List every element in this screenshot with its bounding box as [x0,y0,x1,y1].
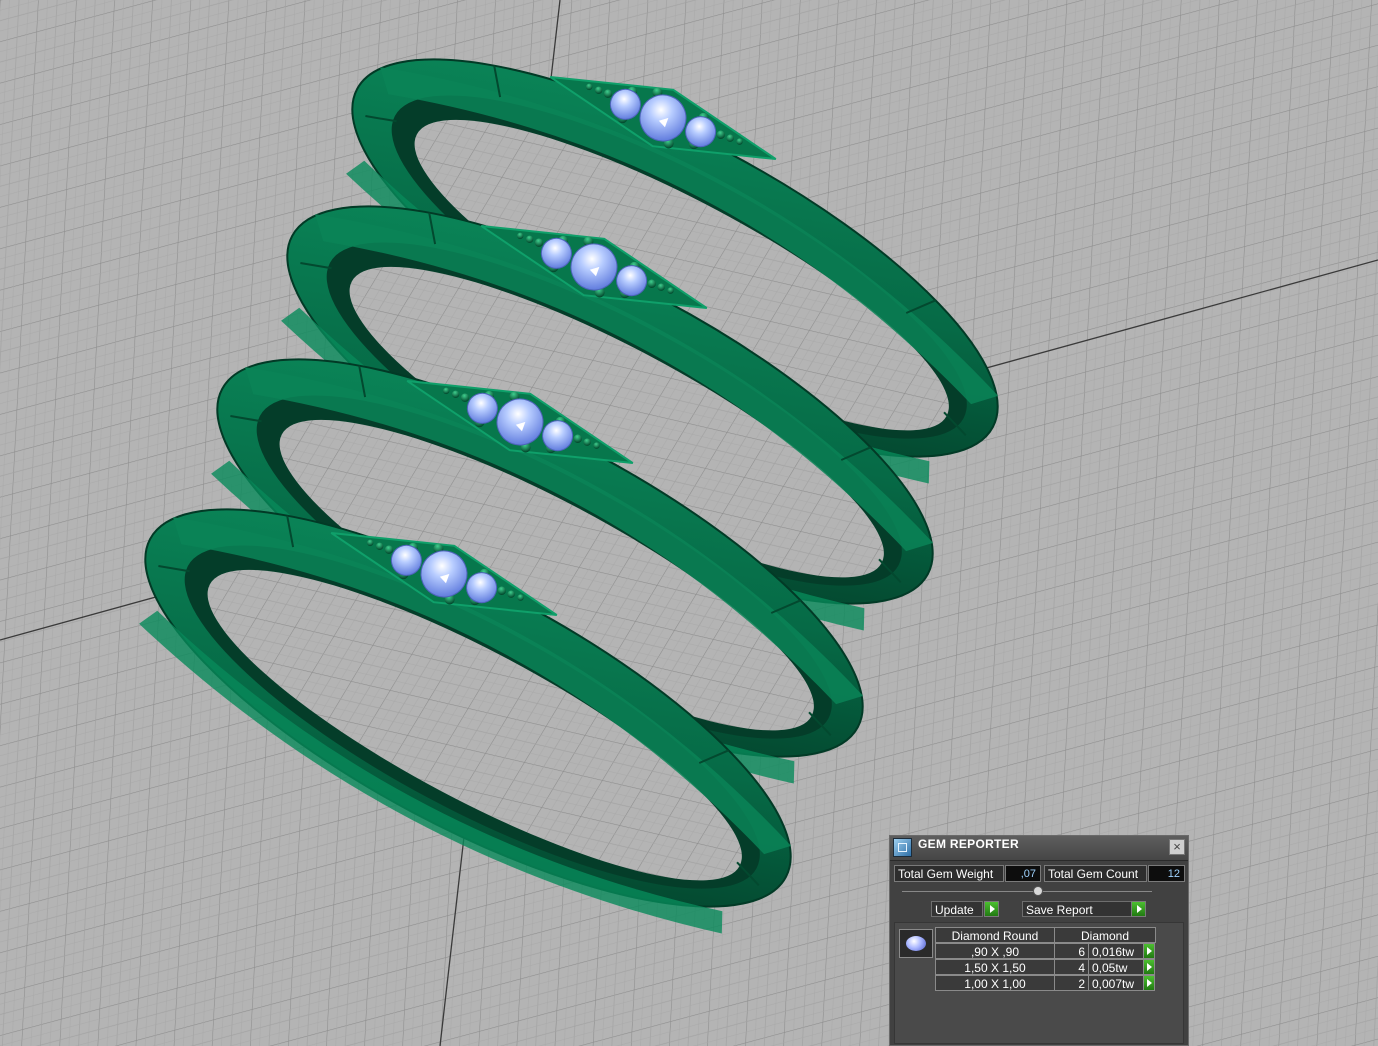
table-header-shape: Diamond Round [935,927,1055,943]
table-row-weight: 0,05tw [1088,959,1144,975]
save-report-arrow-icon[interactable] [1131,901,1146,917]
gem-reporter-panel: GEM REPORTER × Total Gem Weight ,07 Tota… [889,835,1189,1046]
table-row-size: 1,00 X 1,00 [935,975,1055,991]
table-row-count: 2 [1054,975,1089,991]
total-gem-count-value: 12 [1148,865,1185,882]
update-button[interactable]: Update [931,901,983,917]
panel-titlebar[interactable]: GEM REPORTER × [890,836,1188,861]
row-arrow-icon[interactable] [1143,975,1155,991]
row-arrow-icon[interactable] [1143,959,1155,975]
close-icon[interactable]: × [1169,839,1185,855]
save-report-button[interactable]: Save Report [1022,901,1132,917]
table-row-count: 6 [1054,943,1089,959]
table-row-count: 4 [1054,959,1089,975]
table-header-material: Diamond [1054,927,1156,943]
panel-slider-track [902,891,1152,892]
panel-slider-handle[interactable] [1033,886,1043,896]
table-row-size: 1,50 X 1,50 [935,959,1055,975]
table-row-size: ,90 X ,90 [935,943,1055,959]
gem-reporter-icon [893,838,912,857]
total-gem-weight-label: Total Gem Weight [894,865,1004,882]
total-gem-count-label: Total Gem Count [1044,865,1147,882]
total-gem-weight-value: ,07 [1005,865,1041,882]
table-row-weight: 0,007tw [1088,975,1144,991]
update-arrow-icon[interactable] [984,901,999,917]
row-arrow-icon[interactable] [1143,943,1155,959]
table-row-weight: 0,016tw [1088,943,1144,959]
panel-title: GEM REPORTER [918,837,1019,851]
round-gem-icon[interactable] [899,929,933,958]
